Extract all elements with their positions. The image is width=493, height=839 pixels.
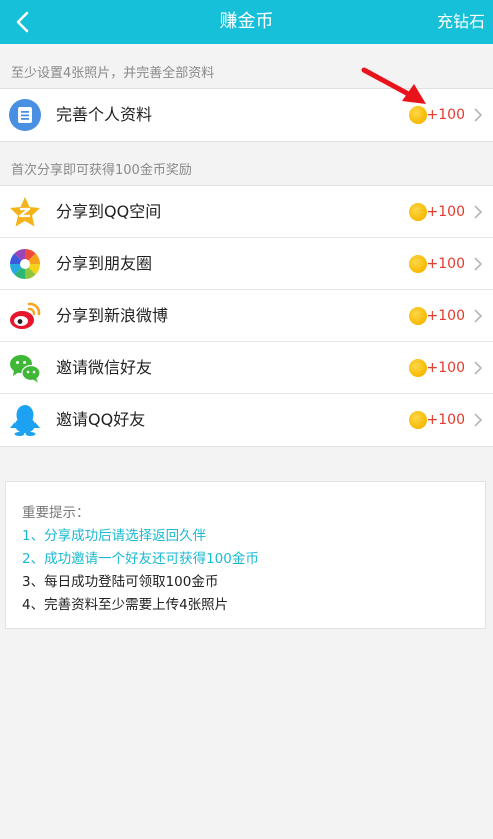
- coin-icon: [409, 307, 427, 325]
- tip-line: 2、成功邀请一个好友还可获得100金币: [22, 551, 259, 567]
- important-tips-box: 重要提示： 1、分享成功后请选择返回久伴 2、成功邀请一个好友还可获得100金币…: [5, 481, 486, 629]
- task-label: 完善个人资料: [56, 105, 153, 124]
- task-row-share-moments[interactable]: 分享到朋友圈 +100: [0, 238, 493, 290]
- reward-amount: +100: [426, 308, 465, 324]
- weibo-icon: [10, 302, 41, 329]
- task-row-invite-qq[interactable]: 邀请QQ好友 +100: [0, 394, 493, 446]
- section-label-share: 首次分享即可获得100金币奖励: [11, 163, 192, 178]
- chevron-right-icon: [474, 413, 483, 427]
- reward-amount: +100: [426, 412, 465, 428]
- qzone-icon: [10, 197, 40, 227]
- chevron-right-icon: [474, 205, 483, 219]
- coin-icon: [409, 411, 427, 429]
- page-title: 赚金币: [219, 11, 274, 32]
- reward-amount: +100: [426, 107, 465, 123]
- coin-icon: [409, 255, 427, 273]
- task-label: 邀请QQ好友: [56, 410, 146, 429]
- task-row-share-weibo[interactable]: 分享到新浪微博 +100: [0, 290, 493, 342]
- red-pointer-arrow-icon: [361, 67, 426, 104]
- coin-icon: [409, 359, 427, 377]
- wechat-icon: [10, 355, 41, 383]
- coin-icon: [409, 203, 427, 221]
- chevron-right-icon: [474, 309, 483, 323]
- reward-amount: +100: [426, 204, 465, 220]
- profile-icon: [9, 99, 41, 131]
- recharge-diamond-button[interactable]: 充钻石: [437, 0, 485, 44]
- task-label: 分享到朋友圈: [56, 254, 153, 273]
- chevron-right-icon: [474, 257, 483, 271]
- reward-amount: +100: [426, 360, 465, 376]
- coin-icon: [409, 106, 427, 124]
- moments-icon: [10, 249, 40, 279]
- header-bar: 赚金币 充钻石: [0, 0, 493, 44]
- tip-line: 4、完善资料至少需要上传4张照片: [22, 597, 229, 613]
- task-label: 分享到新浪微博: [56, 306, 169, 325]
- qq-icon: [10, 405, 40, 436]
- task-label: 邀请微信好友: [56, 358, 153, 377]
- task-row-share-qzone[interactable]: 分享到QQ空间 +100: [0, 186, 493, 238]
- share-task-list: 分享到QQ空间 +100 分享到朋友圈 +100 分享到新浪微博 +100 邀请…: [0, 185, 493, 447]
- tip-line: 1、分享成功后请选择返回久伴: [22, 528, 207, 544]
- tip-line: 3、每日成功登陆可领取100金币: [22, 574, 219, 590]
- reward-amount: +100: [426, 256, 465, 272]
- tips-title: 重要提示：: [22, 505, 90, 521]
- task-label: 分享到QQ空间: [56, 202, 162, 221]
- task-row-invite-wechat[interactable]: 邀请微信好友 +100: [0, 342, 493, 394]
- chevron-right-icon: [474, 361, 483, 375]
- chevron-right-icon: [474, 108, 483, 122]
